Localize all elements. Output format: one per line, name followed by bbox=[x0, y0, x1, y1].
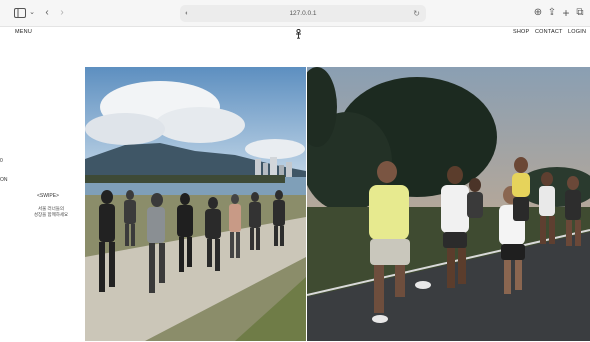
chevron-down-icon[interactable]: ⌄ bbox=[28, 6, 36, 20]
tabs-overview-icon[interactable]: ⧉ bbox=[575, 6, 585, 20]
new-tab-icon[interactable]: + bbox=[561, 6, 571, 20]
swipe-hint: <SWIPE> bbox=[37, 193, 59, 199]
menu-link[interactable]: MENU bbox=[15, 29, 32, 35]
side-fragment-bottom: ON bbox=[0, 177, 8, 183]
url-text: 127.0.0.1 bbox=[289, 10, 317, 17]
slide-caption-line2: 성장을 함께하세요 bbox=[33, 212, 69, 217]
login-link[interactable]: LOGIN bbox=[568, 29, 586, 35]
reload-icon[interactable]: ↻ bbox=[413, 5, 420, 22]
hero-image-waterfront-run[interactable] bbox=[85, 67, 306, 341]
share-icon[interactable]: ⇪ bbox=[547, 6, 557, 20]
address-bar[interactable]: ◐ 127.0.0.1 ↻ bbox=[180, 5, 426, 22]
contact-link[interactable]: CONTACT bbox=[535, 29, 563, 35]
logo-icon[interactable] bbox=[295, 29, 302, 39]
site-header: MENU SHOP CONTACT LOGIN bbox=[0, 27, 590, 41]
side-fragment-top: 0 bbox=[0, 158, 3, 164]
back-icon[interactable]: ‹ bbox=[42, 6, 52, 20]
forward-icon[interactable]: › bbox=[57, 6, 67, 20]
hero-image-evening-run[interactable] bbox=[307, 67, 590, 341]
browser-toolbar: ⌄ ‹ › ◐ 127.0.0.1 ↻ ⊕ ⇪ + ⧉ bbox=[0, 0, 590, 27]
sidebar-toggle-icon[interactable] bbox=[14, 6, 26, 20]
download-icon[interactable]: ⊕ bbox=[533, 6, 543, 20]
shop-link[interactable]: SHOP bbox=[513, 29, 529, 35]
